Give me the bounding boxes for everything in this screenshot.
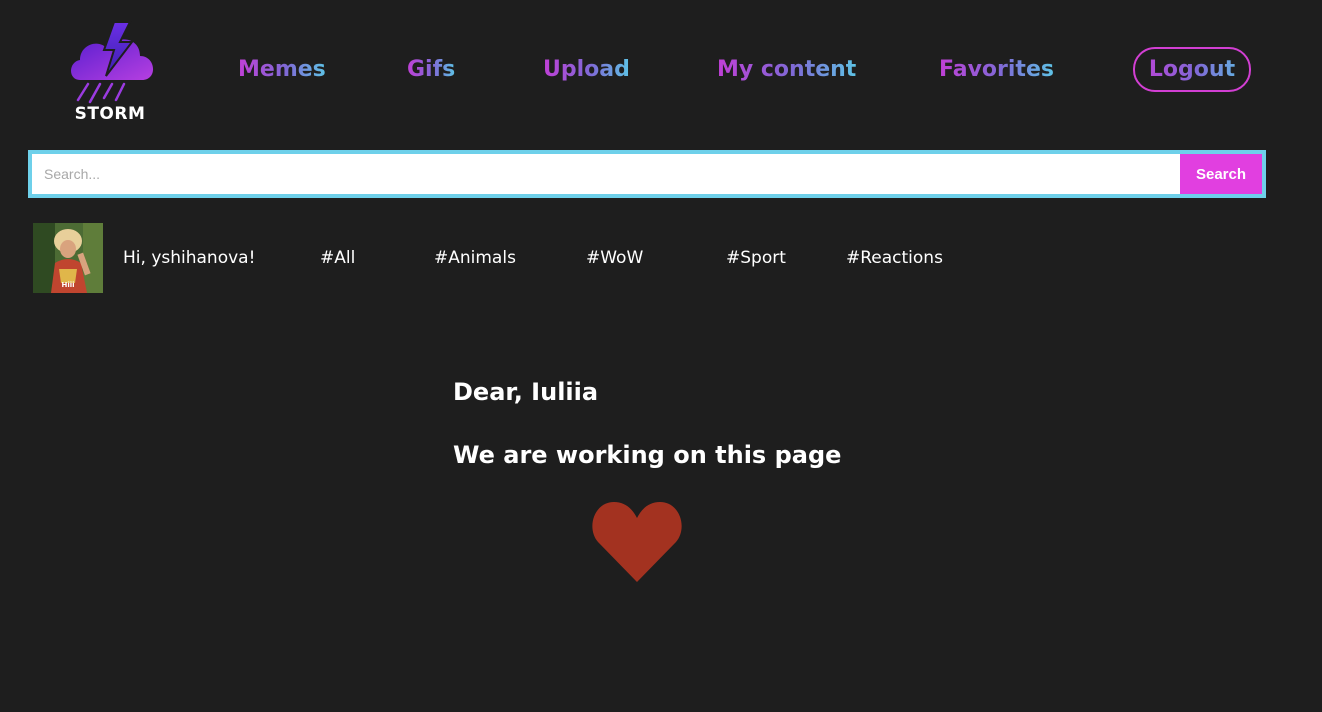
logout-button[interactable]: Logout	[1133, 47, 1251, 92]
nav-link-my-content[interactable]: My content	[717, 52, 856, 88]
nav-link-memes[interactable]: Memes	[238, 52, 326, 88]
search-bar: Search	[28, 150, 1266, 198]
storm-logo[interactable]: STORM	[66, 18, 160, 126]
status-message: We are working on this page	[453, 441, 842, 469]
search-input[interactable]	[32, 154, 1180, 194]
storm-cloud-lightning-icon	[71, 21, 154, 104]
tag-all[interactable]: #All	[320, 246, 355, 270]
greeting-heading: Dear, Iuliia	[453, 378, 599, 406]
avatar[interactable]: Hiii	[33, 223, 103, 293]
nav-link-gifs[interactable]: Gifs	[407, 52, 455, 88]
nav-link-upload[interactable]: Upload	[543, 52, 630, 88]
logout-label: Logout	[1135, 49, 1249, 90]
search-button[interactable]: Search	[1180, 154, 1262, 194]
tag-sport[interactable]: #Sport	[726, 246, 786, 270]
user-greeting: Hi, yshihanova!	[123, 248, 256, 268]
logo-text: STORM	[74, 104, 146, 124]
nav-link-favorites[interactable]: Favorites	[939, 52, 1054, 88]
tag-reactions[interactable]: #Reactions	[846, 246, 943, 270]
avatar-image: Hiii	[33, 223, 103, 293]
avatar-caption: Hiii	[61, 281, 74, 289]
tag-wow[interactable]: #WoW	[586, 246, 643, 270]
tag-animals[interactable]: #Animals	[434, 246, 516, 270]
heart-icon	[592, 502, 682, 582]
